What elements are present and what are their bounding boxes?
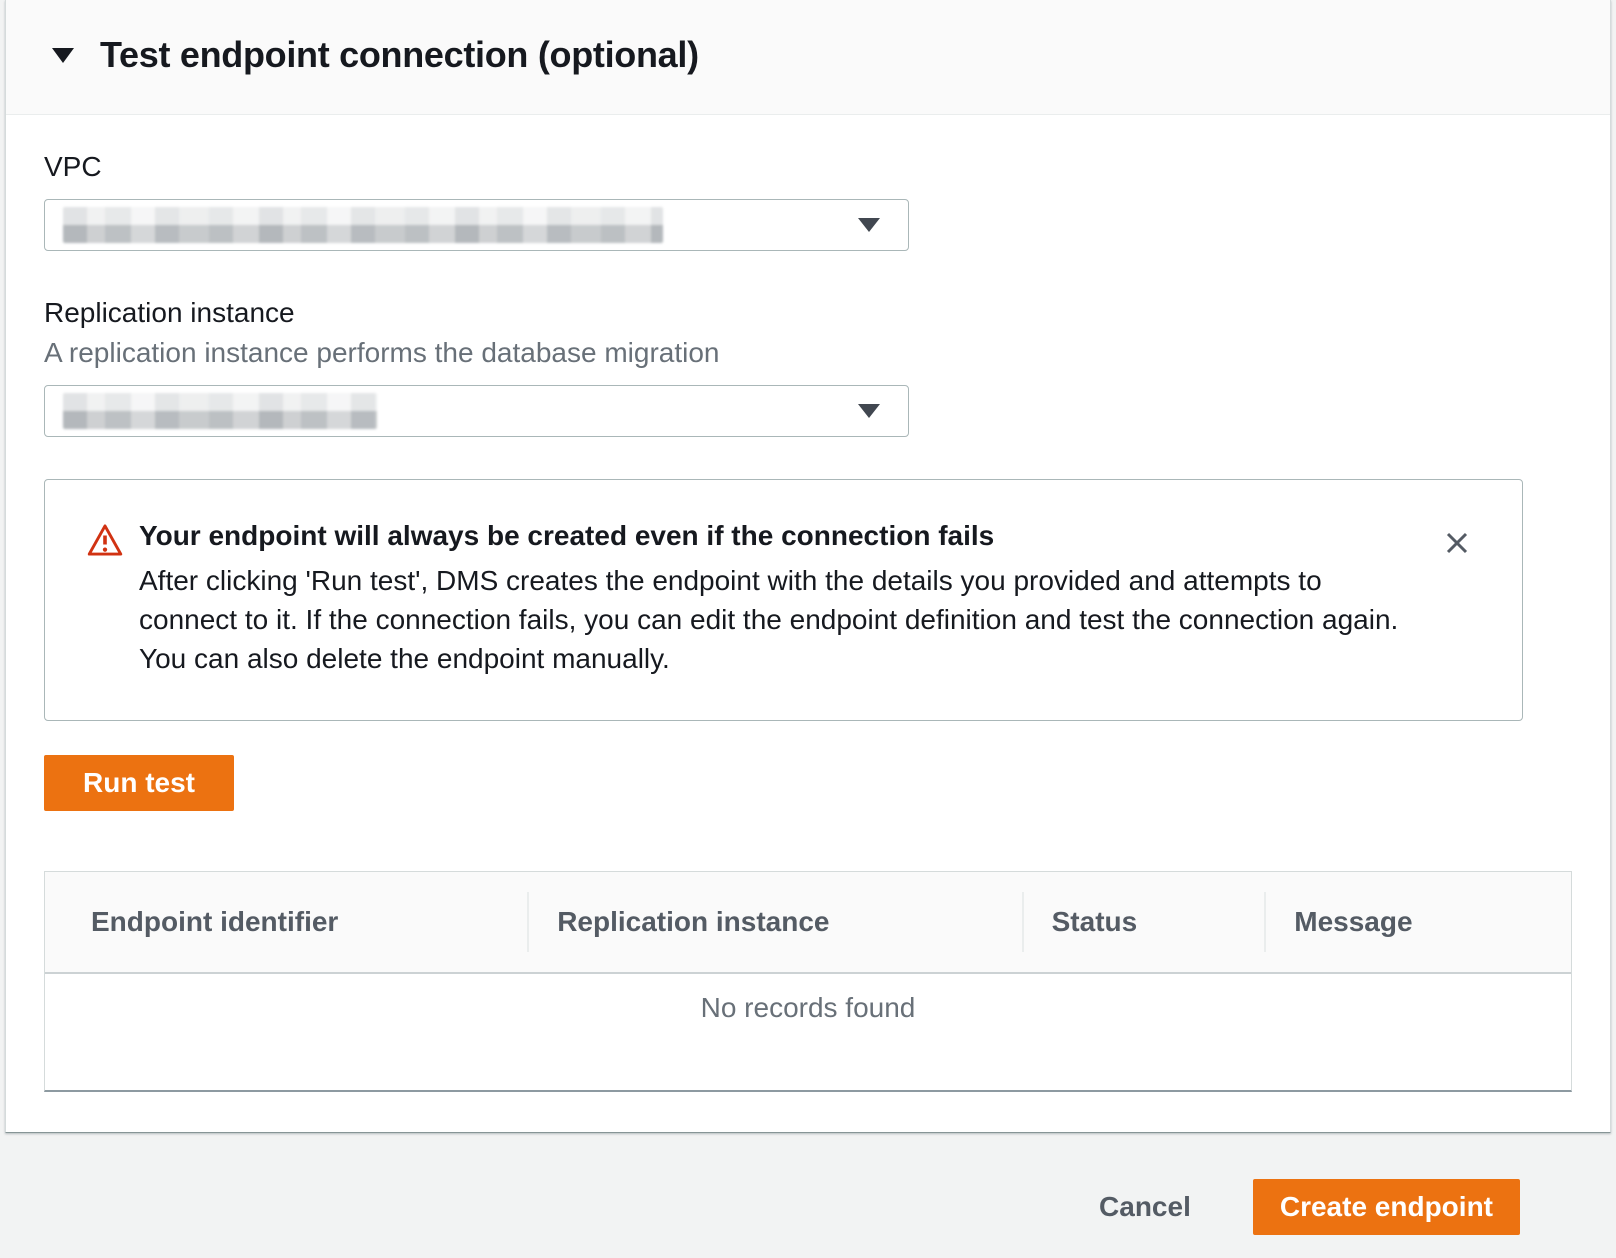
footer-actions: Cancel Create endpoint bbox=[0, 1133, 1616, 1235]
table-empty-state: No records found bbox=[45, 974, 1571, 1090]
replication-instance-label: Replication instance bbox=[44, 297, 1572, 329]
replication-instance-field: Replication instance A replication insta… bbox=[44, 297, 1572, 437]
column-header-endpoint-identifier: Endpoint identifier bbox=[45, 872, 527, 972]
warning-body: After clicking 'Run test', DMS creates t… bbox=[139, 561, 1416, 678]
vpc-field: VPC bbox=[44, 151, 1572, 251]
create-endpoint-button[interactable]: Create endpoint bbox=[1253, 1179, 1520, 1235]
panel-header[interactable]: Test endpoint connection (optional) bbox=[6, 0, 1610, 115]
test-results-table: Endpoint identifier Replication instance… bbox=[44, 871, 1572, 1092]
test-endpoint-connection-panel: Test endpoint connection (optional) VPC … bbox=[5, 0, 1611, 1133]
cancel-button[interactable]: Cancel bbox=[1099, 1191, 1191, 1223]
page: Test endpoint connection (optional) VPC … bbox=[0, 0, 1616, 1258]
replication-instance-select[interactable] bbox=[44, 385, 909, 437]
replication-instance-description: A replication instance performs the data… bbox=[44, 337, 1572, 369]
run-test-button[interactable]: Run test bbox=[44, 755, 234, 811]
vpc-label: VPC bbox=[44, 151, 1572, 183]
column-header-replication-instance: Replication instance bbox=[527, 872, 1021, 972]
replication-instance-redacted-value bbox=[63, 393, 377, 429]
triangle-down-icon bbox=[858, 218, 880, 232]
warning-banner: Your endpoint will always be created eve… bbox=[44, 479, 1523, 721]
panel-body: VPC Replication instance A replication i… bbox=[6, 115, 1610, 1132]
column-header-message: Message bbox=[1264, 872, 1571, 972]
panel-title: Test endpoint connection (optional) bbox=[100, 34, 699, 76]
close-icon[interactable] bbox=[1436, 522, 1478, 564]
warning-content: Your endpoint will always be created eve… bbox=[139, 520, 1416, 678]
warning-title: Your endpoint will always be created eve… bbox=[139, 520, 1416, 552]
table-header-row: Endpoint identifier Replication instance… bbox=[45, 872, 1571, 974]
column-header-status: Status bbox=[1022, 872, 1265, 972]
vpc-select[interactable] bbox=[44, 199, 909, 251]
triangle-down-icon bbox=[858, 404, 880, 418]
triangle-down-icon[interactable] bbox=[52, 48, 74, 63]
vpc-redacted-value bbox=[63, 207, 663, 243]
warning-triangle-icon bbox=[87, 523, 123, 562]
